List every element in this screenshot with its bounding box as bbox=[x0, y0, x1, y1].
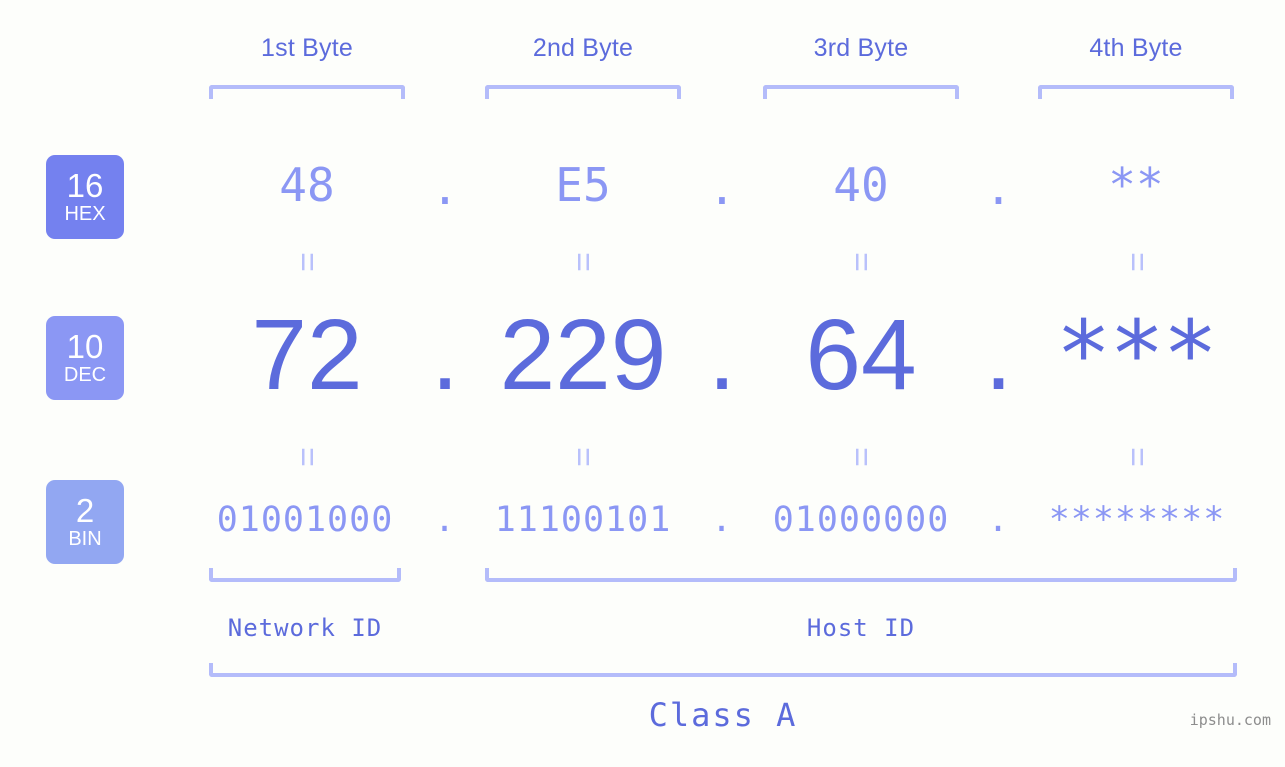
radix-badge-hex-label: HEX bbox=[64, 203, 106, 225]
host-id-label: Host ID bbox=[806, 614, 916, 642]
dec-value-2: 229 bbox=[499, 299, 667, 411]
equals-marker-dec-bin-3: = bbox=[842, 447, 880, 467]
ip-breakdown-diagram: 1st Byte 2nd Byte 3rd Byte 4th Byte 16 H… bbox=[0, 0, 1285, 767]
byte-bracket-1 bbox=[209, 85, 405, 99]
dec-value-3: 64 bbox=[805, 299, 917, 411]
equals-marker-dec-bin-4: = bbox=[1118, 447, 1156, 467]
byte-bracket-2 bbox=[485, 85, 681, 99]
hex-separator-2: . bbox=[708, 161, 736, 215]
radix-badge-dec: 10 DEC bbox=[46, 316, 124, 400]
bin-value-1: 01001000 bbox=[216, 500, 394, 540]
radix-badge-bin-number: 2 bbox=[75, 492, 95, 529]
network-id-bracket bbox=[209, 568, 401, 582]
radix-badge-bin-label: BIN bbox=[68, 528, 102, 550]
hex-separator-1: . bbox=[431, 161, 459, 215]
byte-header-2: 2nd Byte bbox=[532, 34, 634, 62]
equals-marker-dec-bin-1: = bbox=[288, 447, 326, 467]
bin-value-4: ******** bbox=[1048, 500, 1226, 540]
hex-value-2: E5 bbox=[555, 158, 611, 212]
radix-badge-hex: 16 HEX bbox=[46, 155, 124, 239]
host-id-bracket bbox=[485, 568, 1237, 582]
byte-header-3: 3rd Byte bbox=[813, 34, 909, 62]
bin-separator-3: . bbox=[987, 500, 1010, 540]
dec-value-4: *** bbox=[1055, 301, 1218, 408]
radix-badge-dec-number: 10 bbox=[66, 328, 104, 365]
bin-separator-1: . bbox=[433, 500, 457, 540]
radix-badge-bin: 2 BIN bbox=[46, 480, 124, 564]
dec-separator-2: . bbox=[708, 299, 736, 411]
equals-marker-hex-dec-3: = bbox=[842, 252, 880, 272]
class-label: Class A bbox=[648, 696, 798, 734]
hex-separator-3: . bbox=[984, 161, 1013, 215]
class-bracket bbox=[209, 663, 1237, 677]
bin-value-2: 11100101 bbox=[494, 500, 672, 540]
equals-marker-dec-bin-2: = bbox=[564, 447, 602, 467]
equals-marker-hex-dec-2: = bbox=[564, 252, 602, 272]
radix-badge-dec-label: DEC bbox=[63, 364, 107, 386]
dec-value-1: 72 bbox=[251, 299, 363, 411]
network-id-label: Network ID bbox=[227, 614, 383, 642]
radix-badge-hex-number: 16 bbox=[66, 167, 104, 204]
byte-bracket-3 bbox=[763, 85, 959, 99]
hex-value-3: 40 bbox=[833, 158, 889, 212]
site-watermark: ipshu.com bbox=[1189, 711, 1271, 729]
bin-separator-2: . bbox=[710, 500, 734, 540]
bin-value-3: 01000000 bbox=[772, 500, 950, 540]
equals-marker-hex-dec-1: = bbox=[288, 252, 326, 272]
hex-value-4: ** bbox=[1108, 158, 1164, 212]
equals-marker-hex-dec-4: = bbox=[1118, 252, 1156, 272]
byte-bracket-4 bbox=[1038, 85, 1234, 99]
byte-header-1: 1st Byte bbox=[261, 34, 353, 62]
hex-value-1: 48 bbox=[279, 158, 335, 212]
byte-header-4: 4th Byte bbox=[1089, 34, 1183, 62]
dec-separator-1: . bbox=[431, 299, 459, 411]
dec-separator-3: . bbox=[984, 299, 1013, 411]
